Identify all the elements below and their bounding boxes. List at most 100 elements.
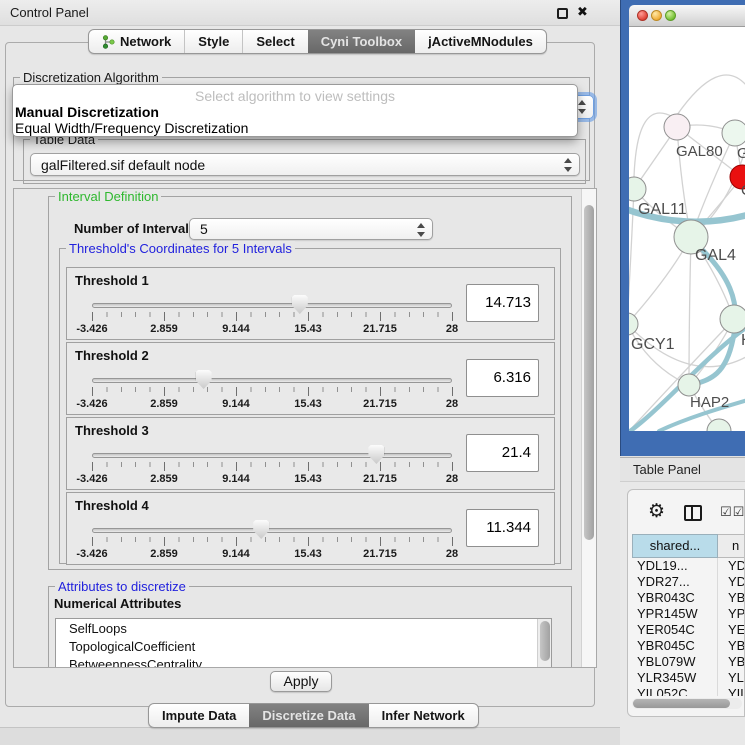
group-title: Threshold's Coordinates for 5 Intervals	[66, 241, 295, 256]
control-panel-tabs: Network Style Select Cyni Toolbox jActiv…	[88, 29, 547, 54]
close-window-icon[interactable]	[637, 10, 648, 21]
slider-tick-label: 2.859	[150, 548, 178, 560]
slider-tick-label: 9.144	[222, 473, 250, 485]
attribute-item[interactable]: BetweennessCentrality	[56, 655, 551, 668]
table-cell: YLR345W	[632, 670, 718, 686]
table-row[interactable]: YBR045CYBR0	[632, 638, 745, 654]
combo-stepper-icon	[577, 98, 587, 116]
node-label-gal80: GAL80	[676, 143, 723, 160]
table-cell: YIL052C	[632, 686, 718, 696]
slider-tick-label: 2.859	[150, 323, 178, 335]
node-gcy1[interactable]	[629, 313, 638, 335]
slider-track[interactable]	[92, 303, 452, 308]
threshold-3-panel: Threshold 3 -3.4262.8599.14415.4321.7152…	[66, 417, 555, 490]
tab-jactivemnodules[interactable]: jActiveMNodules	[415, 30, 546, 53]
slider-major-ticks	[92, 312, 452, 321]
node-hap2[interactable]	[678, 374, 700, 396]
number-of-intervals-combobox[interactable]: 5	[189, 218, 433, 240]
node-labels: GAL80 GAL C GAL11 GAL4 GCY1 H HAP2	[631, 143, 745, 411]
interval-definition-group: Interval Definition Number of Intervals …	[48, 196, 572, 570]
threshold-1-value-field[interactable]: 14.713	[466, 284, 539, 322]
table-row[interactable]: YDL19...YDL1	[632, 558, 745, 574]
table-row[interactable]: YPR145WYPR1	[632, 606, 745, 622]
control-panel-footer	[0, 727, 620, 745]
slider-tick-label: 21.715	[363, 323, 397, 335]
float-window-icon[interactable]	[557, 8, 568, 19]
panel-title: Control Panel	[10, 5, 89, 20]
threshold-4-value-field[interactable]: 11.344	[466, 509, 539, 547]
apply-button[interactable]: Apply	[270, 671, 332, 692]
node-label-partial: C	[741, 182, 745, 199]
dropdown-option-equal-width[interactable]: Equal Width/Frequency Discretization	[15, 120, 248, 136]
tab-discretize-data[interactable]: Discretize Data	[249, 704, 368, 727]
column-checkboxes-icon[interactable]: ☑☑	[720, 505, 745, 520]
table-cell: YDL1	[718, 558, 745, 574]
group-title: Attributes to discretize	[55, 579, 189, 594]
table-horizontal-scrollbar[interactable]	[632, 698, 742, 709]
table-cell: YER054C	[632, 622, 718, 638]
tab-label: Network	[120, 30, 171, 53]
node-gal11[interactable]	[629, 177, 646, 201]
split-columns-icon[interactable]	[684, 505, 702, 521]
table-row[interactable]: YIL052CYIL0	[632, 686, 745, 696]
node-table-container: ⚙ ☑☑ shared... n YDL19...YDL1YDR27...YDR…	[627, 489, 745, 717]
network-view-window: GAL80 GAL C GAL11 GAL4 GCY1 H HAP2	[620, 0, 745, 456]
node-gal80[interactable]	[664, 114, 690, 140]
slider-tick-labels: -3.4262.8599.14415.4321.71528	[92, 548, 452, 561]
slider-major-ticks	[92, 387, 452, 396]
network-icon	[102, 35, 115, 49]
table-cell: YLR3	[718, 670, 745, 686]
slider-tick-label: 9.144	[222, 323, 250, 335]
node-table-rows: YDL19...YDL1YDR27...YDR2YBR043CYBR0YPR14…	[632, 558, 745, 696]
scrollbar-thumb[interactable]	[540, 621, 550, 661]
combo-value: galFiltered.sif default node	[41, 157, 205, 173]
slider-tick-label: 21.715	[363, 548, 397, 560]
zoom-window-icon[interactable]	[665, 10, 676, 21]
attribute-item[interactable]: SelfLoops	[56, 619, 551, 637]
settings-scrollbar[interactable]	[581, 189, 596, 667]
tab-select[interactable]: Select	[242, 30, 307, 53]
dropdown-placeholder: Select algorithm to view settings	[13, 88, 577, 104]
table-row[interactable]: YBL079WYBL0	[632, 654, 745, 670]
threshold-1-panel: Threshold 1 -3.4262.8599.14415.4321.7152…	[66, 267, 555, 340]
threshold-2-panel: Threshold 2 -3.4262.8599.14415.4321.7152…	[66, 342, 555, 415]
node[interactable]	[722, 120, 745, 146]
scrollbar-thumb[interactable]	[584, 205, 594, 540]
tab-cyni-toolbox[interactable]: Cyni Toolbox	[308, 30, 415, 53]
close-icon[interactable]: ✖	[577, 4, 588, 20]
minimize-window-icon[interactable]	[651, 10, 662, 21]
combo-stepper-icon	[416, 221, 426, 239]
tab-impute-data[interactable]: Impute Data	[149, 704, 249, 727]
scrollbar-thumb[interactable]	[633, 699, 730, 708]
table-cell: YBR045C	[632, 638, 718, 654]
tab-network[interactable]: Network	[89, 30, 184, 53]
slider-track[interactable]	[92, 453, 452, 458]
column-header-name[interactable]: n	[718, 534, 745, 558]
list-scrollbar[interactable]	[537, 619, 551, 668]
slider-track[interactable]	[92, 378, 452, 383]
slider-track[interactable]	[92, 528, 452, 533]
attribute-item[interactable]: TopologicalCoefficient	[56, 637, 551, 655]
table-data-combobox[interactable]: galFiltered.sif default node	[30, 153, 580, 176]
threshold-3-value-field[interactable]: 21.4	[466, 434, 539, 472]
dropdown-option-manual[interactable]: Manual Discretization	[15, 104, 159, 120]
table-row[interactable]: YDR27...YDR2	[632, 574, 745, 590]
gear-icon[interactable]: ⚙	[648, 500, 665, 522]
slider-tick-label: 28	[446, 473, 458, 485]
threshold-2-value-field[interactable]: 6.316	[466, 359, 539, 397]
slider-tick-label: 2.859	[150, 398, 178, 410]
table-row[interactable]: YBR043CYBR0	[632, 590, 745, 606]
table-cell: YBR043C	[632, 590, 718, 606]
column-header-shared-name[interactable]: shared...	[632, 534, 718, 558]
tab-style[interactable]: Style	[184, 30, 242, 53]
table-cell: YBR0	[718, 590, 745, 606]
numerical-attributes-list: SelfLoopsTopologicalCoefficientBetweenne…	[55, 618, 552, 668]
table-row[interactable]: YER054CYER0	[632, 622, 745, 638]
tab-infer-network[interactable]: Infer Network	[369, 704, 478, 727]
node-label-partial: GAL	[737, 145, 745, 162]
network-canvas[interactable]: GAL80 GAL C GAL11 GAL4 GCY1 H HAP2	[629, 27, 745, 431]
table-cell: YDR2	[718, 574, 745, 590]
slider-major-ticks	[92, 462, 452, 471]
table-row[interactable]: YLR345WYLR3	[632, 670, 745, 686]
node[interactable]	[720, 305, 745, 333]
